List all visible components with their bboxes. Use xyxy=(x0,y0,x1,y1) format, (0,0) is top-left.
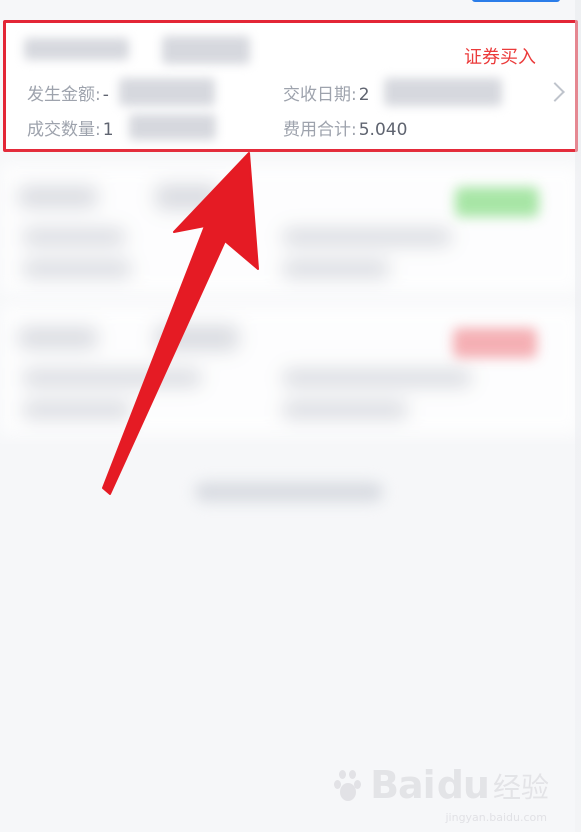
quantity-label: 成交数量: xyxy=(27,120,101,140)
settlement-date-value-blurred xyxy=(384,78,502,106)
record-code-blurred xyxy=(155,325,239,351)
watermark-brand: Bai xyxy=(370,763,436,807)
security-code-blurred xyxy=(162,36,250,64)
watermark-brand-suffix: du xyxy=(436,763,490,807)
record-code-blurred xyxy=(155,184,219,210)
record-line-blurred xyxy=(22,401,132,419)
amount-label: 发生金额: xyxy=(27,85,101,105)
quantity-row: 成交数量: 1 xyxy=(27,120,114,140)
trade-type-badge-blurred xyxy=(453,328,537,358)
total-fees-row: 费用合计: 5.040 xyxy=(283,120,407,140)
record-title-blurred xyxy=(18,186,98,208)
trade-record-card-blurred-2[interactable] xyxy=(0,305,581,435)
amount-value-blurred xyxy=(119,78,215,106)
baidu-jingyan-watermark: Bai du 经验 xyxy=(334,763,549,807)
record-line-blurred xyxy=(22,260,132,278)
record-line-blurred xyxy=(282,369,472,387)
record-line-blurred xyxy=(282,401,408,419)
footer-message-blurred xyxy=(195,482,383,502)
quantity-value-blurred xyxy=(129,114,216,140)
quantity-value-prefix: 1 xyxy=(102,120,114,140)
trade-record-card-highlighted[interactable]: 证券买入 发生金额: - 成交数量: 1 交收日期: 2 费用合计: 5.040 xyxy=(3,20,578,152)
trade-history-screen: 证券买入 发生金额: - 成交数量: 1 交收日期: 2 费用合计: 5.040 xyxy=(0,0,581,832)
total-fees-label: 费用合计: xyxy=(283,120,357,140)
trade-type-label: 证券买入 xyxy=(464,47,536,68)
record-line-blurred xyxy=(282,228,452,246)
watermark-url: jingyan.baidu.com xyxy=(445,811,547,824)
scroll-edge xyxy=(575,0,581,832)
top-action-button[interactable] xyxy=(472,0,560,2)
security-name-blurred xyxy=(24,38,129,60)
record-line-blurred xyxy=(282,260,390,278)
settlement-date-row: 交收日期: 2 xyxy=(283,85,370,105)
record-title-blurred xyxy=(18,327,98,349)
total-fees-value: 5.040 xyxy=(358,120,408,140)
amount-row: 发生金额: - xyxy=(27,85,109,105)
watermark-product: 经验 xyxy=(492,771,549,804)
settlement-date-value-prefix: 2 xyxy=(358,85,370,105)
record-line-blurred xyxy=(22,228,126,246)
trade-record-card-blurred-1[interactable] xyxy=(0,164,581,294)
baidu-paw-icon xyxy=(334,770,366,802)
record-line-blurred xyxy=(22,369,202,387)
settlement-date-label: 交收日期: xyxy=(283,85,357,105)
trade-type-badge-blurred xyxy=(455,187,539,217)
chevron-right-icon[interactable] xyxy=(545,82,565,102)
amount-value-prefix: - xyxy=(102,85,109,105)
